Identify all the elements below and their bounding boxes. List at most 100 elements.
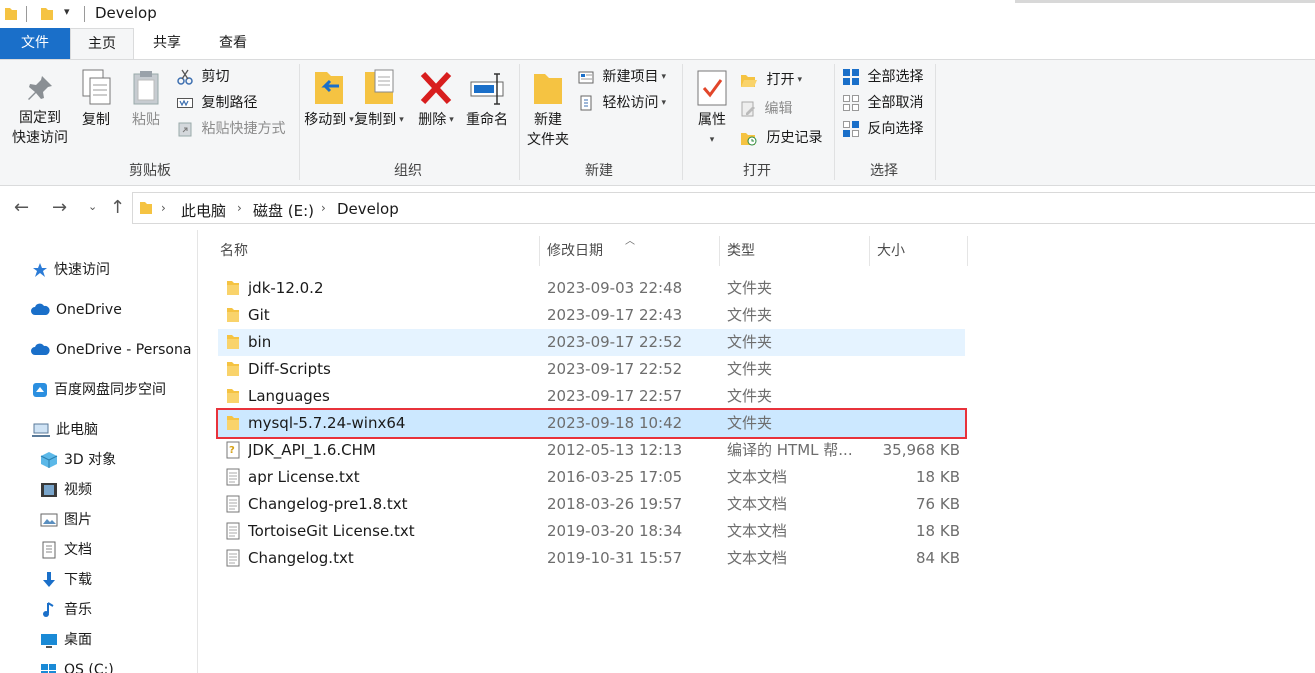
breadcrumb-this-pc[interactable]: 此电脑: [181, 200, 226, 221]
select-group-label: 选择: [870, 163, 898, 179]
table-row[interactable]: apr License.txt 2016-03-25 17:05 文本文档 18 KB: [218, 464, 965, 491]
tab-file[interactable]: 文件: [0, 28, 70, 60]
table-row[interactable]: bin 2023-09-17 22:52 文件夹: [218, 329, 965, 356]
tab-share[interactable]: 共享: [134, 28, 200, 60]
copy-button[interactable]: 复制: [76, 68, 116, 130]
nav-onedrive-label: OneDrive: [56, 302, 122, 318]
invert-selection-button[interactable]: 反向选择: [843, 118, 923, 140]
breadcrumb-separator[interactable]: ›: [237, 201, 242, 215]
nav-onedrive[interactable]: OneDrive: [30, 299, 122, 321]
edit-button[interactable]: 编辑: [740, 98, 792, 120]
column-header-name[interactable]: 名称: [220, 240, 248, 264]
copy-label: 复制: [82, 112, 110, 128]
move-to-label: 移动到: [304, 112, 347, 128]
new-folder-label-line1: 新建: [534, 112, 562, 128]
nav-music[interactable]: 音乐: [40, 599, 92, 621]
nav-baidu-sync[interactable]: 百度网盘同步空间: [32, 379, 166, 401]
tab-view[interactable]: 查看: [200, 28, 266, 60]
breadcrumb-drive-e[interactable]: 磁盘 (E:): [253, 200, 314, 221]
nav-this-pc[interactable]: 此电脑: [32, 419, 98, 441]
document-icon: [42, 541, 56, 559]
nav-quick-access[interactable]: 快速访问: [32, 259, 110, 281]
address-box[interactable]: › 此电脑 › 磁盘 (E:) › Develop: [132, 192, 1315, 224]
up-arrow-icon[interactable]: ↑: [110, 197, 125, 218]
table-row[interactable]: Git 2023-09-17 22:43 文件夹: [218, 302, 965, 329]
paste-button[interactable]: 粘贴: [126, 68, 166, 130]
nav-videos[interactable]: 视频: [40, 479, 92, 501]
breadcrumb-separator[interactable]: ›: [321, 201, 326, 215]
column-divider[interactable]: [967, 236, 968, 266]
folder-icon: [226, 360, 240, 382]
download-arrow-icon: [43, 572, 55, 587]
properties-button[interactable]: 属性 ▾: [690, 68, 734, 150]
quick-access-folder-icon[interactable]: [40, 6, 54, 22]
paste-shortcut-icon: [178, 122, 192, 137]
table-row[interactable]: Diff-Scripts 2023-09-17 22:52 文件夹: [218, 356, 965, 383]
new-item-button[interactable]: 新建项目 ▾: [578, 66, 666, 88]
copy-to-button[interactable]: 复制到 ▾: [354, 68, 404, 130]
paste-shortcut-button[interactable]: 粘贴快捷方式: [177, 118, 285, 140]
app-folder-icon: [5, 8, 17, 20]
back-arrow-icon[interactable]: ←: [14, 197, 29, 218]
file-date: 2023-09-17 22:57: [547, 387, 683, 405]
cut-button[interactable]: 剪切: [177, 66, 229, 88]
column-header-size[interactable]: 大小: [877, 240, 905, 264]
nav-onedrive-personal[interactable]: OneDrive - Persona: [30, 339, 196, 361]
column-divider[interactable]: [719, 236, 720, 266]
table-row[interactable]: Changelog-pre1.8.txt 2018-03-26 19:57 文本文档…: [218, 491, 965, 518]
copy-to-label: 复制到: [354, 112, 397, 128]
folder-icon: [226, 306, 240, 328]
address-bar: ← → ⌄ ↑ › 此电脑 › 磁盘 (E:) › Develop: [0, 186, 1315, 230]
sort-ascending-icon: ︿: [625, 236, 635, 247]
pin-to-quick-access-button[interactable]: 固定到 快速访问: [6, 72, 74, 148]
copy-to-dropdown-icon: ▾: [399, 115, 404, 125]
open-button[interactable]: 打开 ▾: [740, 69, 802, 91]
nav-desktop-label: 桌面: [64, 632, 92, 648]
table-row[interactable]: Languages 2023-09-17 22:57 文件夹: [218, 383, 965, 410]
tab-home[interactable]: 主页: [70, 28, 134, 61]
column-divider[interactable]: [869, 236, 870, 266]
table-row[interactable]: TortoiseGit License.txt 2019-03-20 18:34 文…: [218, 518, 965, 545]
forward-arrow-icon[interactable]: →: [52, 197, 67, 218]
nav-desktop[interactable]: 桌面: [40, 629, 92, 651]
nav-quick-access-label: 快速访问: [54, 262, 110, 278]
new-folder-button[interactable]: 新建 文件夹: [523, 68, 573, 150]
table-row-selected[interactable]: mysql-5.7.24-winx64 2023-09-18 10:42 文件夹: [216, 408, 967, 439]
table-row[interactable]: Changelog.txt 2019-10-31 15:57 文本文档 84 KB: [218, 545, 965, 572]
file-name: Diff-Scripts: [248, 360, 331, 378]
move-to-button[interactable]: 移动到 ▾: [304, 68, 354, 130]
file-date: 2023-09-17 22:43: [547, 306, 683, 324]
rename-button[interactable]: 重命名: [460, 68, 514, 130]
file-type: 文本文档: [727, 549, 788, 567]
customize-toolbar-icon[interactable]: ▾: [64, 5, 70, 18]
column-divider[interactable]: [539, 236, 540, 266]
recent-locations-chevron-icon[interactable]: ⌄: [88, 200, 97, 213]
file-date: 2023-09-17 22:52: [547, 360, 683, 378]
nav-os-drive[interactable]: OS (C:): [40, 659, 114, 673]
new-folder-icon: [534, 74, 562, 104]
nav-pictures[interactable]: 图片: [40, 509, 92, 531]
copy-path-button[interactable]: 复制路径: [177, 92, 257, 114]
table-row[interactable]: ? JDK_API_1.6.CHM 2012-05-13 12:13 编译的 HTML…: [218, 437, 965, 464]
folder-icon: [226, 333, 240, 355]
easy-access-button[interactable]: 轻松访问 ▾: [578, 92, 666, 114]
nav-3d-objects[interactable]: 3D 对象: [40, 449, 116, 471]
folder-icon: [226, 414, 240, 436]
history-button[interactable]: 历史记录: [740, 127, 822, 149]
nav-documents[interactable]: 文档: [40, 539, 92, 561]
navigation-pane: 快速访问 OneDrive OneDrive - Persona 百度网盘同步空…: [0, 230, 198, 673]
computer-icon: [32, 423, 50, 437]
folder-icon: [226, 279, 240, 301]
column-header-type[interactable]: 类型: [727, 240, 755, 264]
column-header-date[interactable]: 修改日期: [547, 240, 603, 264]
breadcrumb-separator[interactable]: ›: [161, 201, 166, 215]
select-all-button[interactable]: 全部选择: [843, 66, 923, 88]
nav-downloads[interactable]: 下载: [40, 569, 92, 591]
select-none-button[interactable]: 全部取消: [843, 92, 923, 114]
file-type: 文件夹: [727, 360, 773, 378]
open-folder-icon: [741, 75, 757, 87]
table-row[interactable]: jdk-12.0.2 2023-09-03 22:48 文件夹: [218, 275, 965, 302]
breadcrumb-develop[interactable]: Develop: [337, 200, 399, 218]
delete-button[interactable]: 删除 ▾: [414, 68, 458, 130]
text-file-icon: [226, 549, 240, 571]
